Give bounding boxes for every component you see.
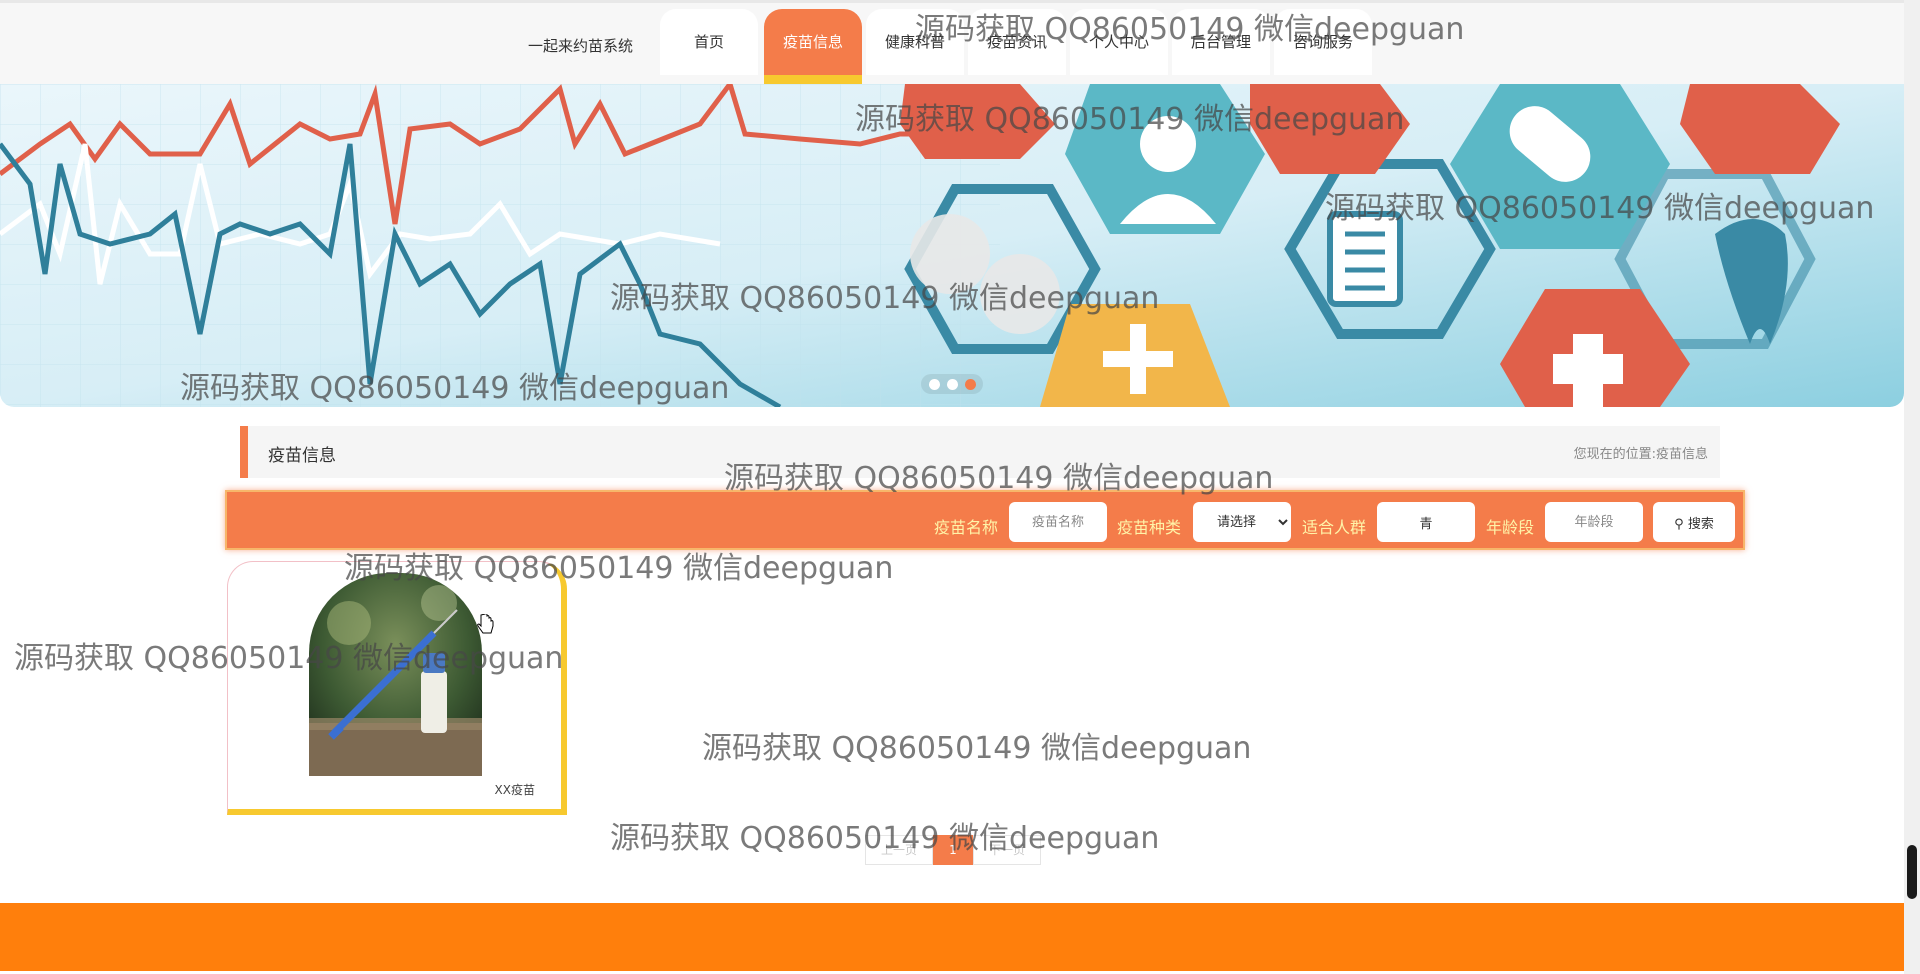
breadcrumb-prefix: 您现在的位置: (1573, 447, 1656, 462)
prev-page-button[interactable]: 上一页 (865, 835, 933, 865)
vaccine-type-select[interactable]: 请选择 (1193, 502, 1291, 542)
nav-item-admin[interactable]: 后台管理 (1172, 9, 1270, 75)
vaccine-image (309, 573, 482, 776)
section-header: 疫苗信息 您现在的位置:疫苗信息 (240, 426, 1720, 478)
search-bar: 疫苗名称 疫苗种类 请选择 适合人群 年龄段 ⚲ 搜索 (225, 490, 1745, 550)
crowd-label: 适合人群 (1302, 518, 1367, 537)
breadcrumb: 您现在的位置:疫苗信息 (1574, 443, 1708, 462)
top-navigation-bar: 一起来约苗系统 首页 疫苗信息 健康科普 疫苗资讯 个人中心 后台管理 咨询服务 (0, 0, 1904, 87)
vaccine-name: XX疫苗 (494, 783, 535, 797)
nav-item-vaccine-news[interactable]: 疫苗资讯 (968, 9, 1066, 75)
nav-item-health-science[interactable]: 健康科普 (866, 9, 964, 75)
vaccine-type-label: 疫苗种类 (1117, 518, 1182, 537)
nav-item-consult[interactable]: 咨询服务 (1274, 9, 1372, 75)
vaccine-name-input[interactable] (1009, 502, 1107, 542)
banner-dot-1[interactable] (929, 379, 940, 390)
banner-dots (921, 374, 983, 394)
search-button-label: 搜索 (1687, 516, 1714, 532)
vaccine-card[interactable]: XX疫苗 (227, 561, 567, 815)
banner-dot-3[interactable] (965, 379, 976, 390)
banner-carousel[interactable] (0, 84, 1904, 407)
age-input[interactable] (1545, 502, 1643, 542)
banner-dot-2[interactable] (947, 379, 958, 390)
hand-cursor-icon (477, 614, 494, 634)
watermark-text: 源码获取 QQ86050149 微信deepguan (702, 731, 1252, 766)
footer (0, 903, 1904, 971)
nav-item-home[interactable]: 首页 (660, 9, 758, 75)
crowd-input[interactable] (1377, 502, 1475, 542)
breadcrumb-current[interactable]: 疫苗信息 (1656, 447, 1708, 462)
vaccine-name-label: 疫苗名称 (934, 518, 999, 537)
search-icon: ⚲ (1674, 516, 1688, 532)
section-title: 疫苗信息 (268, 446, 336, 466)
age-label: 年龄段 (1486, 518, 1535, 537)
site-brand: 一起来约苗系统 (528, 37, 634, 55)
next-page-button[interactable]: 下一页 (973, 835, 1041, 865)
current-page[interactable]: 1 (933, 835, 973, 865)
nav-item-personal-center[interactable]: 个人中心 (1070, 9, 1168, 75)
nav-item-vaccine-info[interactable]: 疫苗信息 (764, 9, 862, 84)
vertical-scrollbar[interactable] (1904, 0, 1920, 974)
search-button[interactable]: ⚲ 搜索 (1653, 502, 1735, 542)
banner-medical-illustration (0, 84, 1904, 407)
scrollbar-thumb[interactable] (1907, 845, 1917, 899)
